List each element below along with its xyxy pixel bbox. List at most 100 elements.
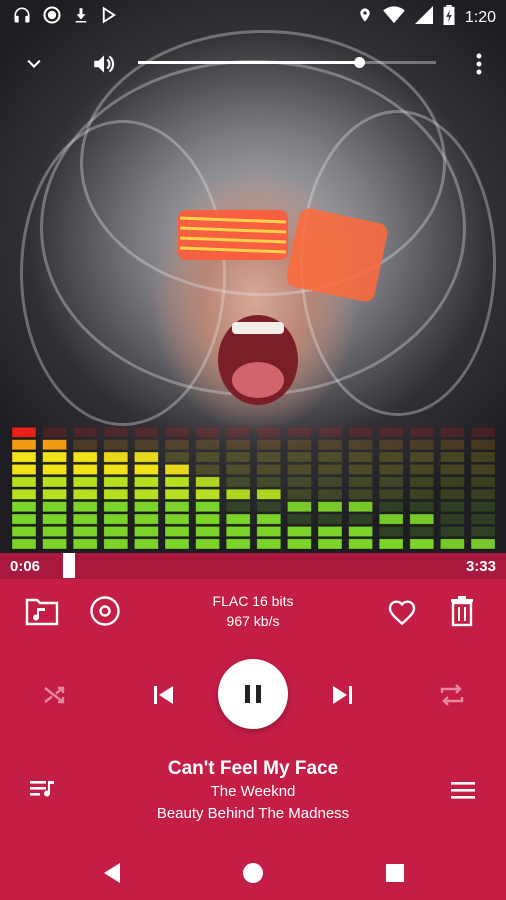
chevron-down-icon[interactable] bbox=[18, 48, 50, 80]
eq-segment bbox=[409, 476, 435, 488]
eq-segment bbox=[42, 464, 67, 476]
music-folder-icon[interactable] bbox=[22, 591, 62, 631]
eq-segment bbox=[439, 464, 465, 476]
eq-segment bbox=[195, 488, 221, 500]
wifi-icon bbox=[383, 6, 405, 29]
eq-segment bbox=[348, 426, 374, 438]
eq-segment bbox=[317, 476, 343, 488]
eq-segment bbox=[470, 488, 496, 500]
volume-slider[interactable] bbox=[138, 57, 436, 68]
eq-segment bbox=[317, 464, 343, 476]
eq-segment bbox=[133, 426, 159, 438]
eq-segment bbox=[256, 451, 282, 463]
eq-segment bbox=[225, 526, 251, 538]
eq-segment bbox=[103, 513, 129, 525]
eq-segment bbox=[225, 476, 251, 488]
eq-segment bbox=[378, 538, 404, 550]
eq-segment bbox=[348, 488, 374, 500]
eq-segment bbox=[286, 513, 312, 525]
eq-segment bbox=[42, 513, 67, 525]
eq-segment bbox=[103, 476, 129, 488]
eq-segment bbox=[11, 476, 37, 488]
eq-segment bbox=[317, 426, 343, 438]
eq-segment bbox=[195, 526, 221, 538]
eq-segment bbox=[103, 451, 129, 463]
navigation-bar bbox=[0, 847, 506, 900]
eq-segment bbox=[42, 488, 67, 500]
eq-segment bbox=[72, 501, 98, 513]
eq-segment bbox=[133, 513, 159, 525]
pause-button[interactable] bbox=[218, 659, 288, 729]
heart-icon[interactable] bbox=[382, 591, 422, 631]
eq-segment bbox=[439, 488, 465, 500]
eq-segment bbox=[470, 526, 496, 538]
recents-icon[interactable] bbox=[379, 857, 411, 889]
eq-segment bbox=[133, 488, 159, 500]
eq-segment bbox=[133, 538, 159, 550]
eq-segment bbox=[348, 464, 374, 476]
elapsed-time: 0:06 bbox=[10, 558, 41, 575]
eq-segment bbox=[11, 464, 37, 476]
eq-segment bbox=[103, 538, 129, 550]
eq-segment bbox=[409, 513, 435, 525]
eq-segment bbox=[11, 501, 37, 513]
queue-music-icon[interactable] bbox=[26, 775, 60, 805]
eq-segment bbox=[317, 439, 343, 451]
eq-segment bbox=[470, 439, 496, 451]
eq-segment bbox=[409, 501, 435, 513]
eq-segment bbox=[286, 501, 312, 513]
eq-segment bbox=[378, 439, 404, 451]
seek-thumb[interactable] bbox=[63, 553, 75, 578]
eq-segment bbox=[72, 426, 98, 438]
eq-segment bbox=[317, 513, 343, 525]
previous-icon[interactable] bbox=[146, 677, 182, 713]
eq-segment bbox=[378, 426, 404, 438]
overflow-menu-icon[interactable] bbox=[466, 48, 492, 80]
back-icon[interactable] bbox=[96, 857, 128, 889]
eq-segment bbox=[348, 501, 374, 513]
eq-segment bbox=[42, 426, 67, 438]
eq-segment bbox=[225, 451, 251, 463]
eq-segment bbox=[133, 501, 159, 513]
eq-segment bbox=[72, 488, 98, 500]
headphones-icon bbox=[12, 5, 32, 30]
volume-slider-fill bbox=[138, 61, 359, 64]
eq-segment bbox=[195, 451, 221, 463]
record-icon bbox=[42, 5, 62, 30]
eq-segment bbox=[103, 526, 129, 538]
repeat-icon[interactable] bbox=[434, 677, 470, 713]
eq-segment bbox=[103, 488, 129, 500]
eq-segment bbox=[11, 451, 37, 463]
eq-segment bbox=[409, 439, 435, 451]
eq-segment bbox=[164, 538, 190, 550]
home-icon[interactable] bbox=[237, 857, 269, 889]
eq-segment bbox=[470, 476, 496, 488]
eq-segment bbox=[470, 538, 496, 550]
eq-segment bbox=[348, 451, 374, 463]
trash-icon[interactable] bbox=[442, 591, 482, 631]
seek-bar[interactable]: 0:06 3:33 bbox=[0, 553, 506, 579]
eq-segment bbox=[256, 439, 282, 451]
eq-segment bbox=[348, 526, 374, 538]
eq-segment bbox=[11, 426, 37, 438]
track-album: Beauty Behind The Madness bbox=[156, 805, 350, 822]
eq-segment bbox=[103, 501, 129, 513]
disc-icon[interactable] bbox=[85, 591, 125, 631]
eq-segment bbox=[42, 439, 67, 451]
eq-segment bbox=[439, 526, 465, 538]
eq-segment bbox=[317, 538, 343, 550]
volume-icon[interactable] bbox=[88, 48, 120, 80]
eq-segment bbox=[11, 513, 37, 525]
codec-label: FLAC 16 bits bbox=[212, 593, 294, 609]
eq-segment bbox=[470, 426, 496, 438]
eq-segment bbox=[439, 501, 465, 513]
eq-segment bbox=[348, 439, 374, 451]
eq-segment bbox=[348, 513, 374, 525]
eq-segment bbox=[317, 501, 343, 513]
eq-segment bbox=[72, 538, 98, 550]
shuffle-icon[interactable] bbox=[36, 677, 72, 713]
menu-icon[interactable] bbox=[446, 775, 480, 805]
eq-segment bbox=[103, 426, 129, 438]
next-icon[interactable] bbox=[324, 677, 360, 713]
volume-slider-thumb[interactable] bbox=[353, 57, 365, 68]
